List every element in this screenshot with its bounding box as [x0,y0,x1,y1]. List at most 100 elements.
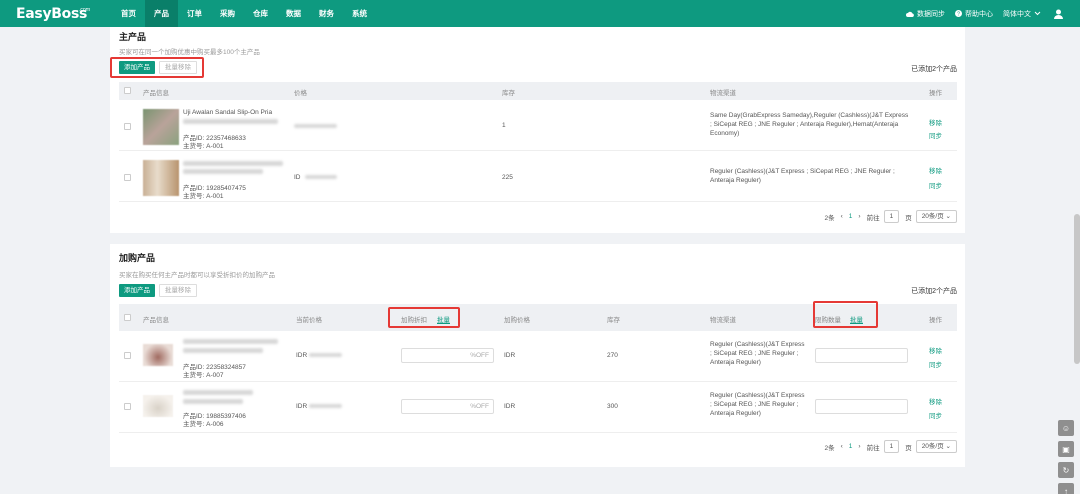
product-thumbnail [143,109,179,145]
prev-page[interactable]: ‹ [841,213,843,220]
refresh-icon[interactable]: ↻ [1058,462,1074,478]
blurred-text [183,339,278,344]
stock-value: 300 [607,403,618,410]
addon-price-value: IDR [504,403,516,410]
sync-link[interactable]: 同步 [929,359,942,369]
col-addon-price: 加购价格 [504,317,530,324]
sync-link[interactable]: 同步 [929,410,942,420]
page-size-select[interactable]: 20条/页 ⌄ [915,440,957,453]
limit-input[interactable] [815,399,908,414]
row-checkbox[interactable] [124,123,131,130]
sync-link[interactable]: 同步 [929,180,942,190]
table-row: 产品ID: 22358324857 主货号: A-007 IDR %OFF ID… [119,332,957,382]
table-row: 产品ID: 19285407475 主货号: A-001 ID 225 Regu… [119,152,957,202]
select-all-checkbox[interactable] [124,314,131,321]
row-checkbox[interactable] [124,352,131,359]
current-page[interactable]: 1 [849,443,853,450]
user-avatar[interactable] [1054,9,1066,19]
cloud-sync-icon [906,11,914,17]
section-subtitle: 买家可在同一个加购优惠中购买最多100个主产品 [119,49,260,56]
svg-text:?: ? [957,12,960,18]
col-product-info: 产品信息 [143,317,169,324]
main-product-card: 主产品 买家可在同一个加购优惠中购买最多100个主产品 添加产品 批量移除 已添… [110,27,965,233]
main-nav: 首页 产品 订单 采购 仓库 数据 财务 系统 [112,0,376,27]
select-all-checkbox[interactable] [124,87,131,94]
user-icon [1054,9,1063,19]
product-thumbnail [143,395,173,417]
app-logo[interactable]: EasyBoss .com [16,6,112,22]
current-page[interactable]: 1 [849,213,853,220]
nav-purchase[interactable]: 采购 [211,0,244,27]
current-price-value: IDR [296,403,308,410]
row-checkbox[interactable] [124,403,131,410]
total-count: 2条 [824,214,835,222]
logistics-text: Reguler (Cashless)(J&T Express ; SiCepat… [710,168,895,184]
nav-data[interactable]: 数据 [277,0,310,27]
discount-input[interactable]: %OFF [401,348,494,363]
support-icon[interactable]: ☺ [1058,420,1074,436]
help-icon: ? [955,10,962,17]
product-sku: 主货号: A-007 [183,372,224,379]
page-unit: 页 [905,214,912,222]
highlight-box [110,57,204,78]
col-current-price: 当前价格 [296,317,322,324]
col-product-info: 产品信息 [143,90,169,97]
limit-input[interactable] [815,348,908,363]
blurred-text [183,348,263,353]
page-size-select[interactable]: 20条/页 ⌄ [915,210,957,223]
remove-link[interactable]: 移除 [929,396,942,406]
total-count: 2条 [824,444,835,452]
remove-link[interactable]: 移除 [929,165,942,175]
nav-home[interactable]: 首页 [112,0,145,27]
remove-link[interactable]: 移除 [929,345,942,355]
next-page[interactable]: › [858,213,860,220]
addon-product-card: 加购产品 买家在购买任何主产品时都可以享受折扣价的加购产品 添加产品 批量移除 … [110,244,965,467]
row-checkbox[interactable] [124,174,131,181]
blurred-price [309,404,342,408]
table-row: 产品ID: 19885397406 主货号: A-006 IDR %OFF ID… [119,383,957,433]
top-navbar: EasyBoss .com 首页 产品 订单 采购 仓库 数据 财务 系统 数据同… [0,0,1080,27]
highlight-box [388,307,460,328]
section-title: 主产品 [119,32,147,42]
table-header: 产品信息 价格 库存 物流渠道 操作 [119,82,957,100]
back-to-top-icon[interactable]: ↑ [1058,483,1074,494]
col-stock: 库存 [502,90,515,97]
add-product-button[interactable]: 添加产品 [119,284,155,297]
data-sync-link[interactable]: 数据同步 [906,9,945,19]
product-thumbnail [143,344,173,366]
discount-input[interactable]: %OFF [401,399,494,414]
blurred-price [305,175,337,179]
message-icon[interactable]: ▣ [1058,441,1074,457]
goto-label: 前往 [866,444,880,452]
logistics-text: Reguler (Cashless)(J&T Express ; SiCepat… [710,341,805,366]
next-page[interactable]: › [858,443,860,450]
product-sku: 主货号: A-006 [183,421,224,428]
blurred-price [294,124,337,128]
nav-orders[interactable]: 订单 [178,0,211,27]
help-center-link[interactable]: ? 帮助中心 [955,9,993,19]
col-action: 操作 [929,317,942,324]
product-name[interactable]: Uji Awalan Sandal Slip-On Pria [183,109,272,116]
nav-finance[interactable]: 财务 [310,0,343,27]
blurred-price [309,353,342,357]
batch-remove-button[interactable]: 批量移除 [159,284,197,297]
goto-input[interactable]: 1 [883,440,900,453]
addon-price-value: IDR [504,352,516,359]
added-count: 已添加2个产品 [911,66,957,73]
blurred-text [183,399,243,404]
table-row: Uji Awalan Sandal Slip-On Pria 产品ID: 223… [119,101,957,151]
goto-input[interactable]: 1 [883,210,900,223]
sync-link[interactable]: 同步 [929,130,942,140]
blurred-text [183,161,283,166]
nav-system[interactable]: 系统 [343,0,376,27]
language-select[interactable]: 简体中文 [1003,9,1044,19]
nav-warehouse[interactable]: 仓库 [244,0,277,27]
product-thumbnail [143,160,179,196]
pagination: 2条 ‹ 1 › 前往 1 页 20条/页 ⌄ [824,440,957,453]
prev-page[interactable]: ‹ [841,443,843,450]
remove-link[interactable]: 移除 [929,117,942,127]
col-logistics: 物流渠道 [710,90,736,97]
nav-product[interactable]: 产品 [145,0,178,27]
col-price: 价格 [294,90,307,97]
scrollbar[interactable] [1074,214,1080,364]
